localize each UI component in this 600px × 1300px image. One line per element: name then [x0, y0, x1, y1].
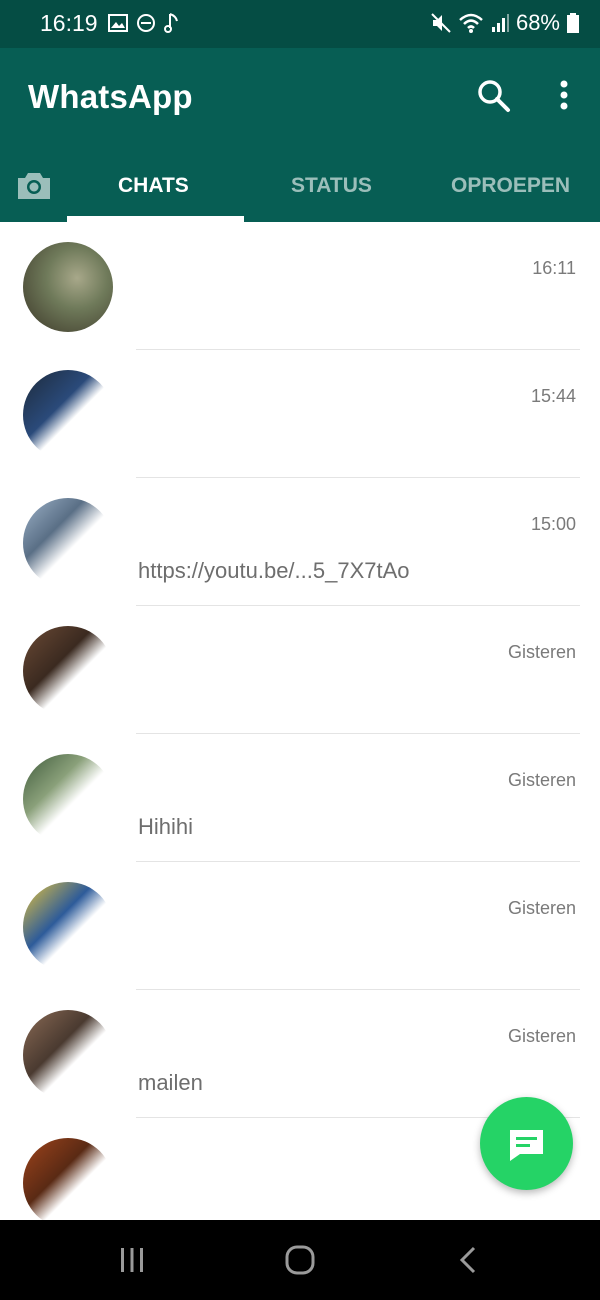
signal-icon	[491, 14, 509, 32]
wifi-icon	[459, 13, 483, 33]
new-chat-button[interactable]	[480, 1097, 573, 1190]
avatar[interactable]	[23, 242, 113, 332]
app-bar: WhatsApp CHATS STATUS OPROEPEN	[0, 48, 600, 222]
camera-icon	[18, 173, 50, 199]
system-nav-bar	[0, 1220, 600, 1300]
chat-row[interactable]: 15:00 https://youtu.be/...5_7X7tAo	[0, 478, 600, 606]
search-icon	[478, 80, 510, 112]
new-chat-icon	[510, 1130, 543, 1161]
chat-list: 16:11 15:44 15:00 https://youtu.be/...5_…	[0, 222, 600, 1220]
avatar[interactable]	[23, 1138, 113, 1220]
tab-bar: CHATS STATUS OPROEPEN	[0, 158, 600, 222]
chat-row[interactable]: 16:11	[0, 222, 600, 350]
music-note-icon	[164, 13, 178, 33]
avatar[interactable]	[23, 1010, 113, 1100]
avatar[interactable]	[23, 498, 113, 588]
status-icons-right: 68%	[430, 10, 580, 36]
image-icon	[108, 14, 128, 32]
tab-calls[interactable]: OPROEPEN	[451, 174, 570, 198]
status-bar: 16:19 68%	[0, 0, 600, 48]
chat-time: 15:44	[530, 386, 576, 406]
chat-row[interactable]: Gisteren	[0, 862, 600, 990]
avatar[interactable]	[23, 370, 113, 460]
status-icons-left	[108, 12, 180, 34]
chat-preview: https://youtu.be/...5_7X7tAo	[138, 558, 410, 583]
battery-percent: 68%	[515, 10, 560, 35]
search-button[interactable]	[476, 78, 512, 114]
chat-time: Gisteren	[507, 898, 576, 918]
chat-row[interactable]: Gisteren	[0, 606, 600, 734]
more-vert-icon	[560, 80, 568, 110]
home-icon	[285, 1245, 315, 1275]
chat-row[interactable]: 15:44	[0, 350, 600, 478]
avatar[interactable]	[23, 754, 113, 844]
chat-time: 16:11	[532, 258, 576, 278]
dnd-icon	[137, 14, 155, 32]
mute-icon	[431, 13, 451, 33]
avatar[interactable]	[23, 882, 113, 972]
avatar[interactable]	[23, 626, 113, 716]
battery-icon	[567, 13, 579, 33]
chat-preview: mailen	[138, 1070, 203, 1095]
chat-preview: Hihihi	[138, 814, 194, 839]
chat-time: 15:00	[530, 514, 576, 534]
back-icon	[459, 1246, 476, 1274]
more-options-button[interactable]	[552, 78, 576, 114]
recents-button[interactable]	[116, 1244, 148, 1276]
status-time: 16:19	[40, 10, 98, 36]
tab-camera[interactable]	[14, 166, 54, 206]
chat-time: Gisteren	[507, 1026, 576, 1046]
chat-time: Gisteren	[507, 642, 576, 662]
chat-row[interactable]: Gisteren Hihihi	[0, 734, 600, 862]
tab-chats[interactable]: CHATS	[118, 174, 189, 198]
home-button[interactable]	[282, 1242, 318, 1278]
back-button[interactable]	[454, 1242, 482, 1278]
recents-icon	[121, 1248, 143, 1272]
app-title: WhatsApp	[28, 78, 193, 115]
tab-status[interactable]: STATUS	[291, 174, 372, 198]
chat-time: Gisteren	[507, 770, 576, 790]
